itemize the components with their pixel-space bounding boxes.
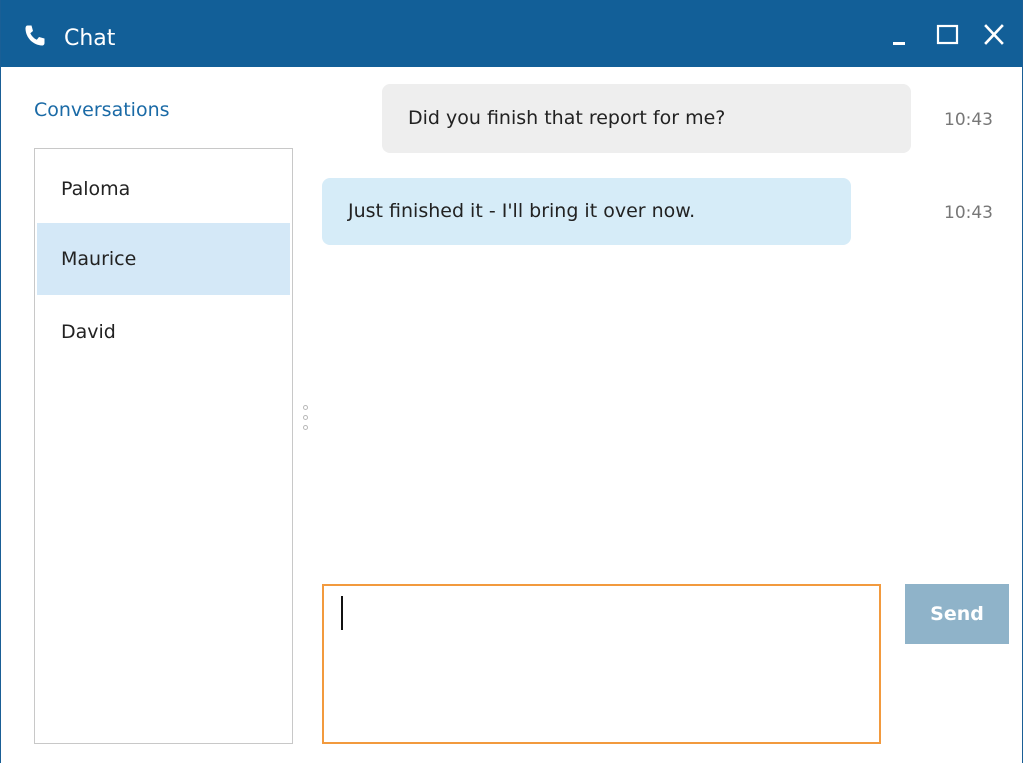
message-timestamp: 10:43 bbox=[944, 203, 993, 223]
conversation-item-label: Paloma bbox=[61, 178, 131, 200]
phone-icon bbox=[23, 24, 47, 48]
conversation-item-maurice[interactable]: Maurice bbox=[37, 223, 290, 295]
minimize-icon[interactable] bbox=[887, 22, 913, 48]
conversation-item-paloma[interactable]: Paloma bbox=[37, 153, 290, 225]
conversation-item-label: David bbox=[61, 321, 116, 343]
message-bubble-outgoing: Just finished it - I'll bring it over no… bbox=[322, 178, 851, 245]
title-bar[interactable]: Chat bbox=[1, 0, 1022, 67]
message-input[interactable] bbox=[322, 584, 881, 744]
pane-splitter-handle[interactable] bbox=[303, 405, 311, 443]
close-icon[interactable] bbox=[981, 22, 1007, 48]
message-bubble-incoming: Did you finish that report for me? bbox=[382, 84, 911, 153]
grip-dot bbox=[303, 415, 308, 420]
conversation-list: Paloma Maurice David bbox=[34, 148, 293, 744]
window-title: Chat bbox=[64, 26, 116, 51]
grip-dot bbox=[303, 425, 308, 430]
maximize-icon[interactable] bbox=[935, 22, 961, 48]
grip-dot bbox=[303, 405, 308, 410]
conversation-item-david[interactable]: David bbox=[37, 296, 290, 368]
message-timestamp: 10:43 bbox=[944, 110, 993, 130]
send-button[interactable]: Send bbox=[905, 584, 1009, 644]
text-caret bbox=[341, 596, 343, 630]
conversations-heading: Conversations bbox=[34, 99, 170, 121]
conversation-item-label: Maurice bbox=[61, 248, 137, 270]
chat-window: Chat Conversations Paloma Maurice David bbox=[0, 0, 1023, 763]
